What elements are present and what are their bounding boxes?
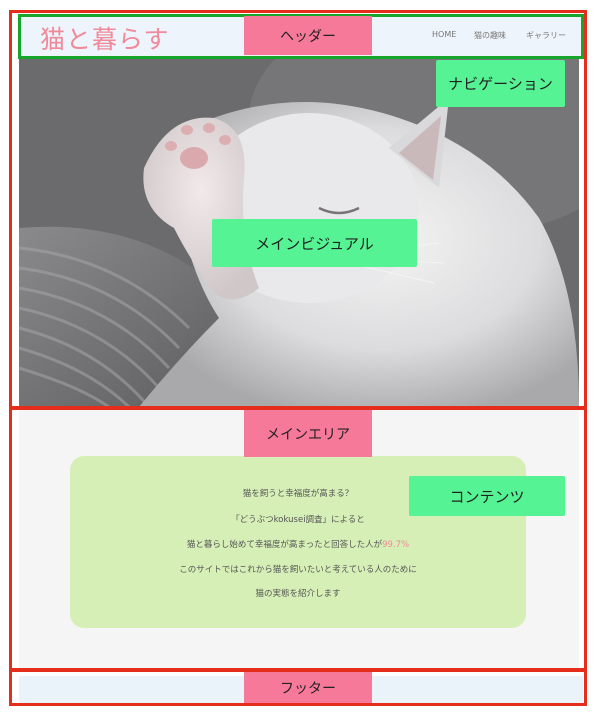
label-footer: フッター [244,672,372,703]
label-main-visual: メインビジュアル [212,219,417,267]
label-header: ヘッダー [244,16,372,55]
label-contents: コンテンツ [409,476,565,516]
label-main-area: メインエリア [244,410,372,457]
label-navigation: ナビゲーション [436,60,565,107]
